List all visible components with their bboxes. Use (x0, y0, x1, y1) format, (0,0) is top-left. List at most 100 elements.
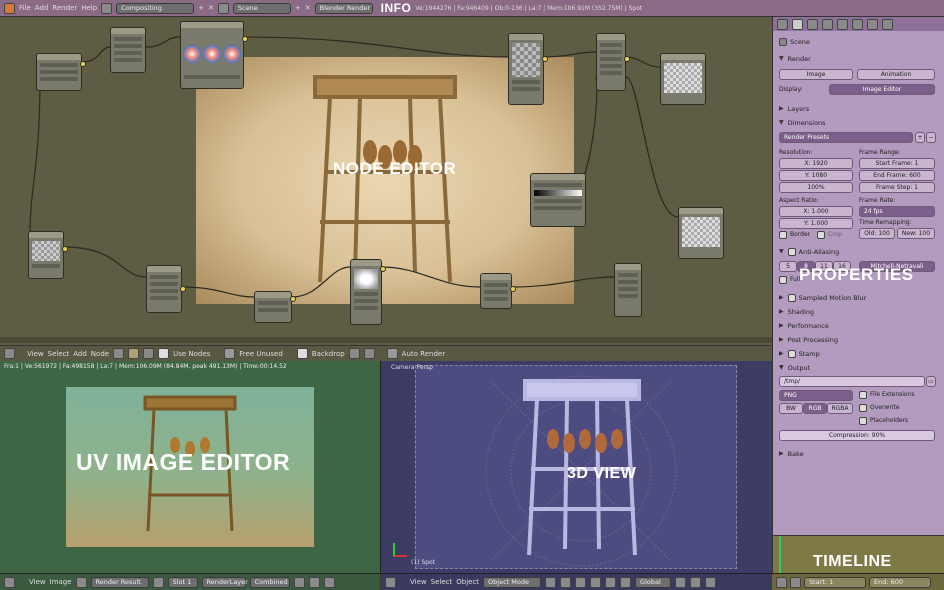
constraints-context-icon[interactable] (852, 18, 863, 30)
properties-editor[interactable]: Scene ▼ Render Image Animation Display: I… (772, 17, 944, 535)
anti-aliasing-checkbox[interactable] (787, 247, 796, 256)
world-context-icon[interactable] (822, 18, 833, 30)
motion-blur-checkbox[interactable] (787, 293, 796, 302)
viewport-shading-icon[interactable] (545, 576, 557, 588)
panel-dimensions[interactable]: ▼ Dimensions (773, 116, 944, 129)
color-rgba[interactable]: RGBA (827, 403, 853, 414)
menu-file[interactable]: File (19, 4, 31, 12)
color-rgb[interactable]: RGB (803, 403, 827, 414)
auto-render-checkbox[interactable] (386, 348, 398, 359)
scene-add-icon[interactable]: + (295, 4, 301, 12)
render-animation-button[interactable]: Animation (857, 69, 935, 80)
panel-bake[interactable]: ▶ Bake (773, 447, 944, 460)
node-mask-preview[interactable] (350, 259, 382, 325)
menu-object[interactable]: Object (456, 578, 479, 586)
scene-selector[interactable]: Scene (232, 2, 291, 14)
aspect-x-field[interactable]: X: 1.000 (779, 206, 853, 217)
node-greater-than[interactable] (254, 291, 292, 323)
panel-render[interactable]: ▼ Render (773, 52, 944, 65)
render-layer-select[interactable]: RenderLayer (201, 576, 248, 588)
node-render-layers-left[interactable] (28, 231, 64, 279)
backdrop-channels-icon[interactable] (348, 348, 360, 359)
image-name-field[interactable]: Render Result (90, 576, 149, 588)
output-path-browse[interactable]: ▭ (926, 376, 936, 387)
uv-image-editor[interactable]: Fra:1 | Ve:561972 | Fa:498158 | La:7 | M… (0, 361, 381, 573)
node-socket[interactable] (510, 286, 516, 292)
resolution-percent-slider[interactable]: 100% (779, 182, 853, 193)
node-socket[interactable] (290, 296, 296, 302)
snap-icon[interactable] (690, 576, 702, 588)
node-mix-bottom[interactable] (614, 263, 642, 317)
data-context-icon[interactable] (882, 18, 893, 30)
panel-layers[interactable]: ▶ Layers (773, 102, 944, 115)
slot-select[interactable]: Slot 1 (167, 576, 198, 588)
aa-samples-5[interactable]: 5 (779, 261, 797, 272)
render-presets-select[interactable]: Render Presets (779, 132, 913, 143)
start-frame-field[interactable]: Start Frame: 1 (859, 158, 935, 169)
screen-close-icon[interactable]: ✕ (208, 4, 214, 12)
node-composite[interactable] (678, 207, 724, 259)
render-preview-icon[interactable] (705, 576, 717, 588)
use-nodes-checkbox[interactable] (158, 348, 170, 359)
screen-selector[interactable]: Compositing (116, 2, 195, 14)
full-sample-checkbox[interactable] (779, 276, 787, 284)
editor-type-icon[interactable] (777, 18, 788, 30)
menu-node[interactable]: Node (91, 350, 109, 358)
panel-sampled-motion-blur[interactable]: ▶ Sampled Motion Blur (773, 291, 944, 304)
panel-shading[interactable]: ▶ Shading (773, 305, 944, 318)
file-extensions-checkbox[interactable] (859, 391, 867, 399)
menu-view[interactable]: View (29, 578, 46, 586)
scale-icon[interactable] (620, 576, 632, 588)
scene-icon[interactable] (217, 2, 229, 14)
node-blur[interactable] (110, 27, 146, 73)
playback-icon[interactable] (790, 576, 801, 588)
file-format-select[interactable]: PNG (779, 390, 853, 401)
node-socket[interactable] (380, 266, 386, 272)
blender-logo-icon[interactable] (4, 2, 15, 14)
resolution-x-field[interactable]: X: 1920 (779, 158, 853, 169)
image-pin-icon[interactable] (152, 576, 164, 588)
pivot-point-icon[interactable] (560, 576, 572, 588)
render-image-button[interactable]: Image (779, 69, 853, 80)
image-browse-icon[interactable] (75, 576, 87, 588)
frame-rate-select[interactable]: 24 fps (859, 206, 935, 217)
panel-stamp[interactable]: ▶ Stamp (773, 347, 944, 360)
menu-add[interactable]: Add (73, 350, 87, 358)
menu-select[interactable]: Select (431, 578, 453, 586)
editor-type-icon[interactable] (4, 348, 15, 359)
display-channels-icon[interactable] (293, 576, 305, 588)
frame-step-field[interactable]: Frame Step: 1 (859, 182, 935, 193)
crop-checkbox[interactable] (817, 231, 825, 239)
panel-output[interactable]: ▼ Output (773, 361, 944, 374)
menu-select[interactable]: Select (48, 350, 70, 358)
node-editor[interactable]: NODE EDITOR (0, 17, 772, 345)
placeholders-checkbox[interactable] (859, 417, 867, 425)
end-frame-field[interactable]: End: 600 (869, 576, 931, 588)
shader-nodes-icon[interactable] (113, 348, 125, 359)
menu-render[interactable]: Render (52, 4, 77, 12)
view-3d[interactable]: Camera Persp 3D VIEW (1) Spot (381, 361, 772, 573)
backdrop-checkbox[interactable] (296, 348, 308, 359)
screen-layout-icon[interactable] (101, 2, 113, 14)
node-color-balance[interactable] (180, 21, 244, 89)
editor-type-icon[interactable] (776, 576, 787, 588)
end-frame-field[interactable]: End Frame: 600 (859, 170, 935, 181)
node-invert[interactable] (480, 273, 512, 309)
texture-nodes-icon[interactable] (143, 348, 155, 359)
manipulator-icon[interactable] (575, 576, 587, 588)
transform-orientation-select[interactable]: Global (635, 576, 672, 588)
resolution-y-field[interactable]: Y: 1080 (779, 170, 853, 181)
editor-type-icon[interactable] (385, 576, 396, 588)
node-render-layers-top[interactable] (36, 53, 82, 91)
node-editor-scrollbar[interactable] (0, 337, 772, 343)
menu-view[interactable]: View (410, 578, 427, 586)
overwrite-checkbox[interactable] (859, 404, 867, 412)
start-frame-field[interactable]: Start: 1 (804, 576, 866, 588)
node-mix-top[interactable] (596, 33, 626, 91)
editor-type-icon[interactable] (4, 576, 15, 588)
compression-slider[interactable]: Compression: 90% (779, 430, 935, 441)
node-socket[interactable] (180, 286, 186, 292)
time-old-field[interactable]: Old: 100 (859, 228, 895, 239)
node-colorramp[interactable] (530, 173, 586, 227)
modifiers-context-icon[interactable] (867, 18, 878, 30)
